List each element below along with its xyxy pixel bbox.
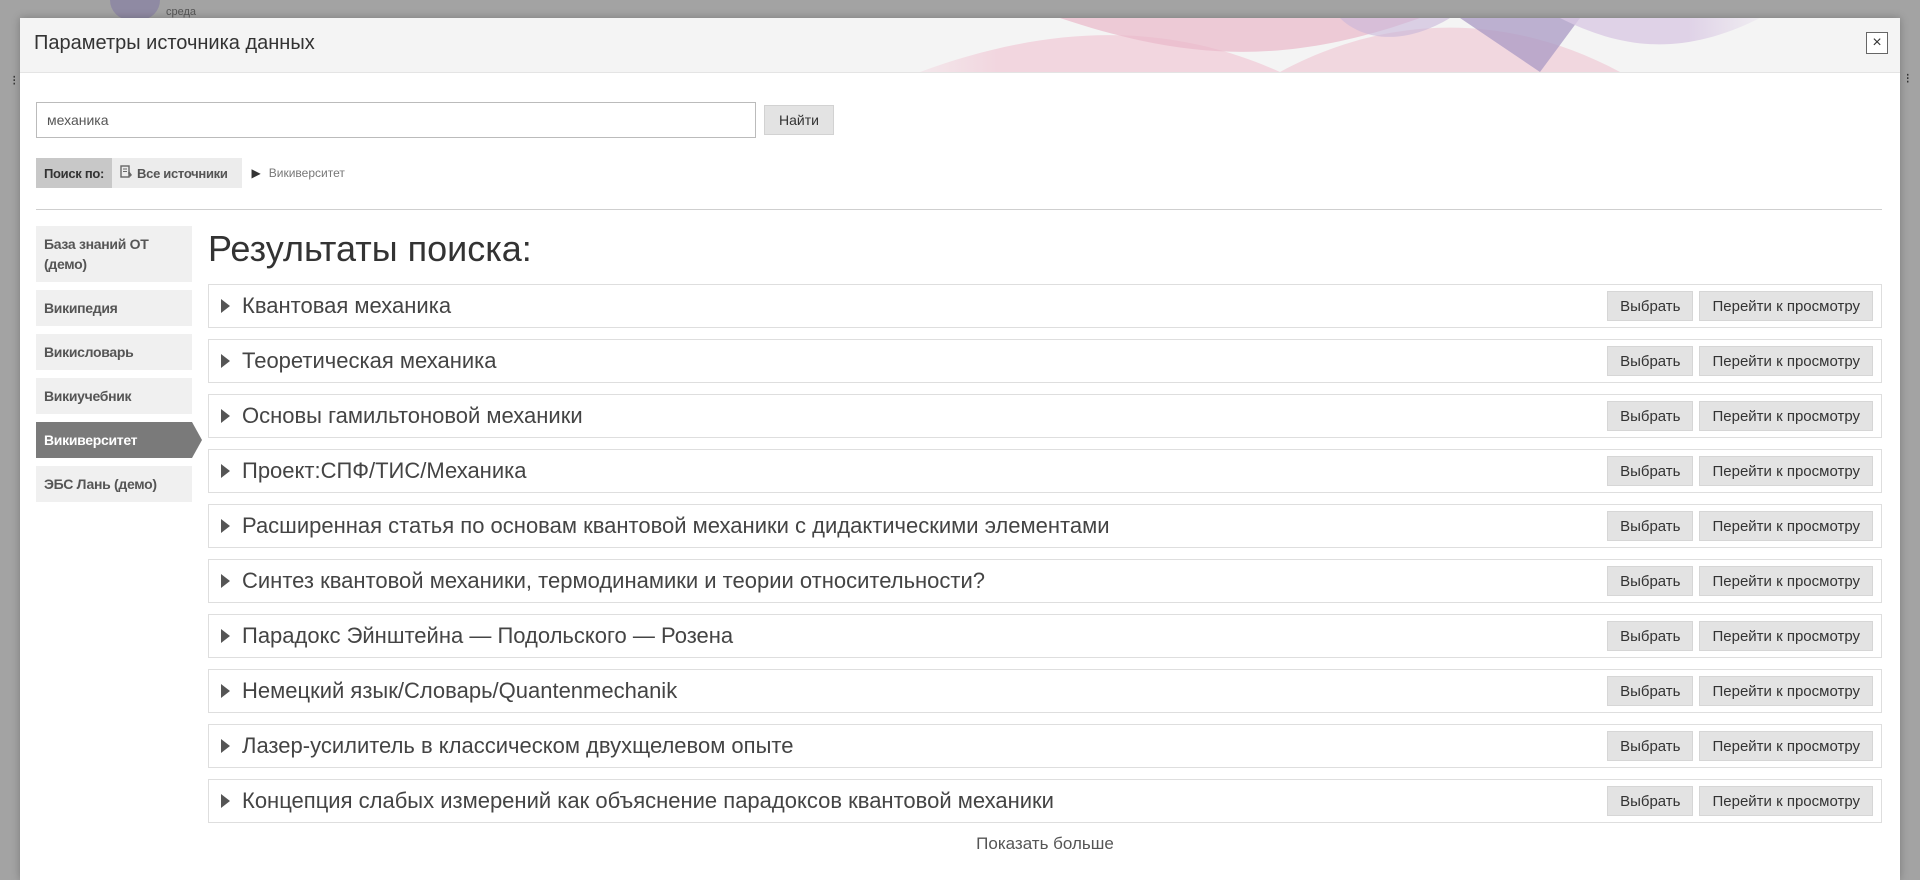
result-row: Парадокс Эйнштейна — Подольского — Розен… bbox=[208, 614, 1882, 658]
dialog-header: Параметры источника данных × bbox=[20, 18, 1900, 73]
sidebar-item-wiktionary[interactable]: Викисловарь bbox=[36, 334, 192, 370]
result-title[interactable]: Парадокс Эйнштейна — Подольского — Розен… bbox=[242, 623, 1601, 649]
select-button[interactable]: Выбрать bbox=[1607, 346, 1694, 376]
sidebar-item-label: Викисловарь bbox=[44, 344, 134, 360]
view-button[interactable]: Перейти к просмотру bbox=[1699, 401, 1873, 431]
expand-arrow-icon[interactable] bbox=[221, 409, 230, 423]
sidebar-item-label: Викиучебник bbox=[44, 388, 132, 404]
select-button[interactable]: Выбрать bbox=[1607, 731, 1694, 761]
result-title[interactable]: Синтез квантовой механики, термодинамики… bbox=[242, 568, 1601, 594]
background-logo bbox=[110, 0, 160, 20]
expand-arrow-icon[interactable] bbox=[221, 739, 230, 753]
close-button[interactable]: × bbox=[1866, 32, 1888, 54]
result-row: Немецкий язык/Словарь/Quantenmechanik Вы… bbox=[208, 669, 1882, 713]
expand-arrow-icon[interactable] bbox=[221, 464, 230, 478]
result-title[interactable]: Проект:СПФ/ТИС/Механика bbox=[242, 458, 1601, 484]
breadcrumb-current-source[interactable]: Викиверситет bbox=[269, 166, 345, 180]
result-title[interactable]: Квантовая механика bbox=[242, 293, 1601, 319]
view-button[interactable]: Перейти к просмотру bbox=[1699, 456, 1873, 486]
select-button[interactable]: Выбрать bbox=[1607, 786, 1694, 816]
dialog-title: Параметры источника данных bbox=[34, 32, 315, 54]
result-title[interactable]: Основы гамильтоновой механики bbox=[242, 403, 1601, 429]
sidebar-item-wikiversity[interactable]: Викиверситет bbox=[36, 422, 202, 458]
sidebar-item-label: База знаний ОТ (демо) bbox=[44, 236, 149, 272]
expand-arrow-icon[interactable] bbox=[221, 629, 230, 643]
result-title[interactable]: Немецкий язык/Словарь/Quantenmechanik bbox=[242, 678, 1601, 704]
view-button[interactable]: Перейти к просмотру bbox=[1699, 346, 1873, 376]
select-button[interactable]: Выбрать bbox=[1607, 511, 1694, 541]
scope-label: Поиск по: bbox=[36, 158, 113, 188]
result-row: Концепция слабых измерений как объяснени… bbox=[208, 779, 1882, 823]
sidebar-item-label: ЭБС Лань (демо) bbox=[44, 476, 157, 492]
source-sidebar: База знаний ОТ (демо) Википедия Викислов… bbox=[36, 226, 208, 510]
expand-arrow-icon[interactable] bbox=[221, 794, 230, 808]
search-row: Найти bbox=[36, 102, 834, 138]
select-button[interactable]: Выбрать bbox=[1607, 291, 1694, 321]
view-button[interactable]: Перейти к просмотру bbox=[1699, 731, 1873, 761]
expand-arrow-icon[interactable] bbox=[221, 519, 230, 533]
result-row: Синтез квантовой механики, термодинамики… bbox=[208, 559, 1882, 603]
breadcrumb-arrow-icon: ▶ bbox=[251, 166, 261, 180]
select-button[interactable]: Выбрать bbox=[1607, 566, 1694, 596]
expand-arrow-icon[interactable] bbox=[221, 299, 230, 313]
header-decoration bbox=[860, 18, 1780, 72]
view-button[interactable]: Перейти к просмотру bbox=[1699, 786, 1873, 816]
expand-arrow-icon[interactable] bbox=[221, 574, 230, 588]
result-row: Расширенная статья по основам квантовой … bbox=[208, 504, 1882, 548]
results-heading: Результаты поиска: bbox=[208, 228, 532, 269]
select-button[interactable]: Выбрать bbox=[1607, 621, 1694, 651]
result-row: Теоретическая механика Выбрать Перейти к… bbox=[208, 339, 1882, 383]
show-more-link[interactable]: Показать больше bbox=[208, 834, 1882, 854]
result-row: Лазер-усилитель в классическом двухщелев… bbox=[208, 724, 1882, 768]
search-input[interactable] bbox=[36, 102, 756, 138]
divider bbox=[36, 209, 1882, 210]
expand-arrow-icon[interactable] bbox=[221, 354, 230, 368]
background-logo-text: среда bbox=[166, 6, 197, 18]
sidebar-item-label: Википедия bbox=[44, 300, 118, 316]
view-button[interactable]: Перейти к просмотру bbox=[1699, 676, 1873, 706]
sidebar-item-knowledge-base[interactable]: База знаний ОТ (демо) bbox=[36, 226, 192, 282]
select-button[interactable]: Выбрать bbox=[1607, 456, 1694, 486]
result-title[interactable]: Расширенная статья по основам квантовой … bbox=[242, 513, 1601, 539]
background-more-icon: ⁝ bbox=[1905, 70, 1910, 86]
view-button[interactable]: Перейти к просмотру bbox=[1699, 511, 1873, 541]
sources-book-icon bbox=[120, 165, 133, 181]
sidebar-item-wikipedia[interactable]: Википедия bbox=[36, 290, 192, 326]
sidebar-item-label: Викиверситет bbox=[44, 432, 138, 448]
view-button[interactable]: Перейти к просмотру bbox=[1699, 566, 1873, 596]
data-source-dialog: Параметры источника данных × Найти Поиск… bbox=[20, 18, 1900, 880]
result-title[interactable]: Теоретическая механика bbox=[242, 348, 1601, 374]
result-title[interactable]: Концепция слабых измерений как объяснени… bbox=[242, 788, 1601, 814]
all-sources-link[interactable]: Все источники bbox=[112, 158, 242, 188]
background-menu-icon: ⁝ bbox=[12, 72, 17, 88]
search-scope-breadcrumb: Поиск по: Все источники ▶ Викиверситет bbox=[36, 158, 345, 188]
sidebar-item-lan-library[interactable]: ЭБС Лань (демо) bbox=[36, 466, 192, 502]
result-title[interactable]: Лазер-усилитель в классическом двухщелев… bbox=[242, 733, 1601, 759]
search-results: Результаты поиска: Квантовая механика Вы… bbox=[208, 226, 1882, 854]
select-button[interactable]: Выбрать bbox=[1607, 401, 1694, 431]
result-row: Проект:СПФ/ТИС/Механика Выбрать Перейти … bbox=[208, 449, 1882, 493]
result-row: Основы гамильтоновой механики Выбрать Пе… bbox=[208, 394, 1882, 438]
all-sources-label: Все источники bbox=[137, 165, 228, 181]
find-button[interactable]: Найти bbox=[764, 105, 834, 135]
result-row: Квантовая механика Выбрать Перейти к про… bbox=[208, 284, 1882, 328]
close-icon: × bbox=[1872, 34, 1882, 51]
sidebar-item-wikibooks[interactable]: Викиучебник bbox=[36, 378, 192, 414]
view-button[interactable]: Перейти к просмотру bbox=[1699, 621, 1873, 651]
expand-arrow-icon[interactable] bbox=[221, 684, 230, 698]
select-button[interactable]: Выбрать bbox=[1607, 676, 1694, 706]
view-button[interactable]: Перейти к просмотру bbox=[1699, 291, 1873, 321]
